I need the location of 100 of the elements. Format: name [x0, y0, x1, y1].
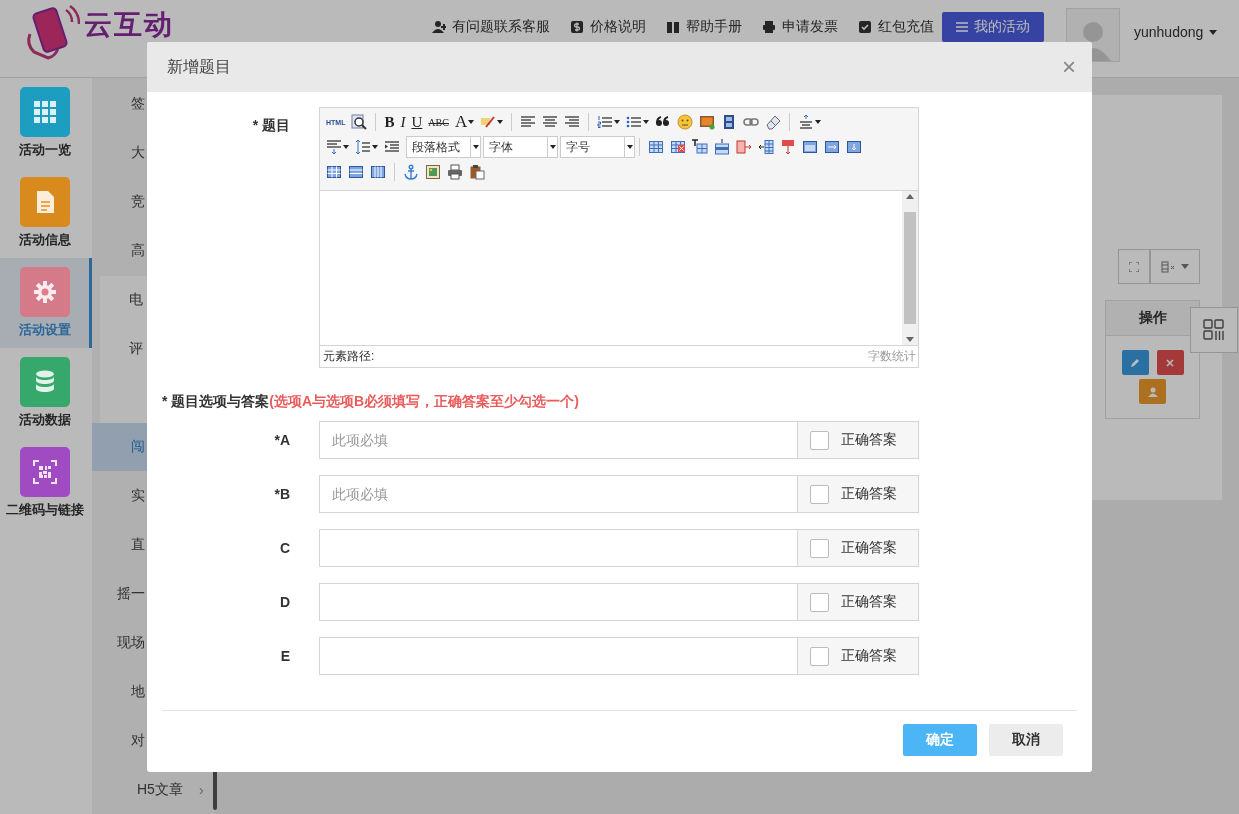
element-path-label: 元素路径: [323, 348, 375, 365]
anchor-icon[interactable] [403, 164, 419, 180]
sidebar-label: 活动一览 [18, 141, 71, 159]
option-label: C [278, 540, 290, 556]
highlighter-icon [480, 114, 497, 130]
paragraph-spacing-button[interactable] [326, 137, 349, 157]
sidebar-label: 活动设置 [18, 321, 71, 339]
logo-text: 云互动 [84, 8, 174, 42]
table-columns-icon[interactable] [370, 164, 386, 180]
font-color-button[interactable]: A [454, 112, 475, 132]
checkbox[interactable] [810, 484, 829, 504]
nav-link[interactable]: 帮助手册 [666, 18, 742, 36]
nav-link[interactable]: 有问题联系客服 [432, 18, 550, 36]
caret-icon [1181, 264, 1189, 269]
paragraph-spacing-button[interactable] [798, 112, 822, 132]
fullscreen-icon [1129, 261, 1139, 272]
sidebar-item[interactable]: 活动一览 [0, 78, 92, 168]
floating-panel-button[interactable] [1190, 307, 1238, 353]
option-label: *B [273, 486, 290, 502]
split-cells-icon[interactable] [846, 139, 862, 155]
delete-button[interactable] [1156, 350, 1184, 375]
dollar-icon [570, 20, 584, 34]
numbered-list-icon [597, 114, 614, 130]
picture-icon[interactable] [425, 164, 441, 180]
paragraph-spacing-icon [798, 114, 815, 130]
correct-answer-checkbox[interactable]: 正确答案 [798, 421, 919, 459]
option-input[interactable] [319, 637, 798, 675]
image-icon[interactable] [699, 114, 716, 130]
delete-table-icon[interactable] [670, 139, 686, 155]
align-center-icon[interactable] [542, 114, 559, 130]
cancel-button[interactable]: 取消 [989, 724, 1063, 756]
strikethrough-button[interactable]: ABC [428, 112, 449, 132]
pencil-icon [1130, 357, 1140, 368]
dropdown-select[interactable]: 段落格式 [406, 136, 481, 158]
checkbox-icon [858, 20, 872, 34]
scrollbar-thumb[interactable] [904, 212, 916, 324]
nav-link[interactable]: 红包充值 [858, 18, 934, 36]
checkbox-label: 正确答案 [841, 647, 897, 665]
bullet-list-icon [626, 114, 643, 130]
smiley-icon[interactable] [677, 114, 694, 130]
close-icon [1166, 358, 1174, 367]
indent-icon[interactable] [384, 139, 400, 155]
checkbox-label: 正确答案 [841, 539, 897, 557]
nav-link[interactable]: 申请发票 [762, 18, 838, 36]
checkbox[interactable] [810, 592, 829, 612]
italic-button[interactable]: I [400, 112, 406, 132]
option-input[interactable] [319, 583, 798, 621]
username[interactable]: yunhudong [1134, 24, 1204, 40]
align-left-icon[interactable] [520, 114, 537, 130]
table-rows-icon[interactable] [348, 164, 364, 180]
book-icon [666, 20, 680, 34]
merge-cells-icon[interactable] [780, 139, 796, 155]
my-activities-button[interactable]: 我的活动 [942, 12, 1044, 42]
option-input[interactable]: 此项必填 [319, 475, 798, 513]
insert-column-icon[interactable] [758, 139, 774, 155]
scroll-down-arrow-icon[interactable] [906, 337, 914, 342]
person-icon [1147, 386, 1158, 397]
line-spacing-icon [355, 139, 371, 155]
table-icon[interactable] [648, 139, 664, 155]
select-value: 字号 [566, 138, 590, 156]
sidebar-item[interactable]: 二维码与链接 [0, 438, 92, 528]
eraser-icon[interactable] [765, 114, 782, 130]
clipboard-icon[interactable] [469, 164, 485, 180]
sidebar-label: 二维码与链接 [5, 501, 84, 519]
underline-button[interactable]: U [411, 112, 423, 132]
nav-link[interactable]: 价格说明 [570, 18, 646, 36]
preview-icon[interactable] [351, 114, 368, 130]
sidebar-item[interactable]: 活动数据 [0, 348, 92, 438]
split-cells-icon[interactable] [824, 139, 840, 155]
dropdown-select[interactable]: 字体 [483, 136, 558, 158]
option-input[interactable] [319, 529, 798, 567]
correct-answer-checkbox[interactable]: 正确答案 [798, 583, 919, 621]
field-label: * 题目 [251, 116, 290, 135]
checkbox[interactable] [810, 538, 829, 558]
table-rows-icon[interactable] [326, 164, 342, 180]
correct-answer-checkbox[interactable]: 正确答案 [798, 529, 919, 567]
printer-icon [762, 20, 776, 34]
caret-icon [626, 145, 633, 149]
table-title-icon[interactable] [692, 139, 708, 155]
line-spacing-button[interactable] [355, 137, 378, 157]
edit-button[interactable] [1121, 350, 1149, 375]
correct-answer-checkbox[interactable]: 正确答案 [798, 637, 919, 675]
qr-code-icon [32, 460, 57, 484]
chevron-icon: › [198, 781, 204, 798]
printer-icon[interactable] [447, 164, 463, 180]
checkbox[interactable] [810, 646, 829, 666]
caret-icon [614, 120, 621, 124]
align-right-icon[interactable] [564, 114, 581, 130]
caret-icon [643, 120, 650, 124]
insert-row-icon[interactable] [714, 139, 730, 155]
dropdown-select[interactable]: 字号 [560, 136, 635, 158]
sidebar-label: 活动数据 [18, 411, 71, 429]
scroll-up-arrow-icon[interactable] [906, 194, 914, 199]
sidebar-item[interactable]: 活动信息 [0, 168, 92, 258]
split-cells-icon[interactable] [802, 139, 818, 155]
checkbox[interactable] [810, 430, 829, 450]
option-input[interactable]: 此项必填 [319, 421, 798, 459]
bold-button[interactable]: B [384, 112, 395, 132]
correct-answer-checkbox[interactable]: 正确答案 [798, 475, 919, 513]
insert-column-icon[interactable] [736, 139, 752, 155]
